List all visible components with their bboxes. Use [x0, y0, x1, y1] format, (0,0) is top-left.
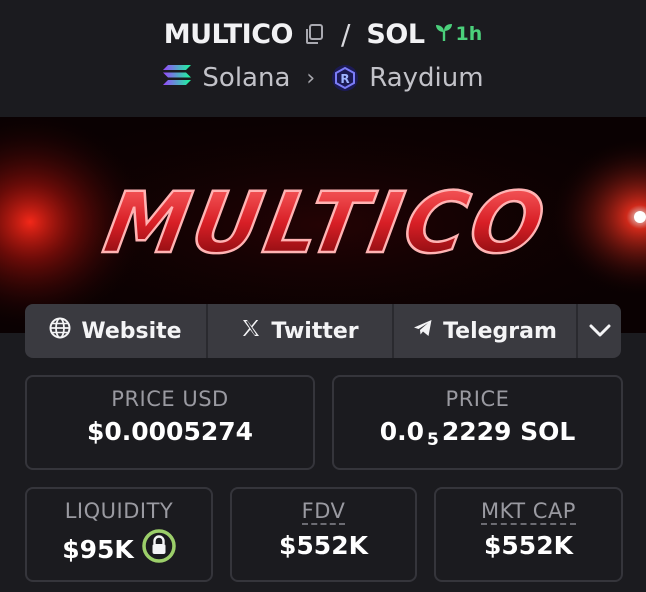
price-usd-card: PRICE USD $0.0005274 [25, 375, 315, 470]
price-native-value: 0.0 5 2229 SOL [334, 417, 621, 450]
liquidity-card: LIQUIDITY $95K [25, 487, 213, 582]
solana-icon [162, 63, 192, 94]
dex-name[interactable]: Raydium [369, 63, 483, 93]
price-native-rest: 2229 SOL [441, 417, 576, 446]
price-usd-value: $0.0005274 [86, 417, 254, 446]
fdv-label[interactable]: FDV [301, 500, 346, 525]
chain-name[interactable]: Solana [202, 63, 290, 93]
mktcap-value: $552K [484, 531, 573, 560]
website-button[interactable]: Website [25, 304, 208, 358]
raydium-icon: R [331, 64, 359, 92]
twitter-button[interactable]: Twitter [208, 304, 394, 358]
mktcap-label[interactable]: MKT CAP [481, 500, 576, 525]
website-label: Website [81, 318, 182, 344]
twitter-label: Twitter [271, 318, 359, 344]
social-links-bar: Website Twitter Telegram [25, 304, 621, 358]
x-icon [241, 318, 261, 344]
pair-separator: / [340, 17, 351, 51]
fdv-card: FDV $552K [230, 487, 417, 582]
liquidity-value-row: $95K [27, 529, 211, 569]
globe-icon [49, 317, 71, 345]
price-native-label: PRICE [445, 387, 510, 411]
telegram-label: Telegram [443, 318, 557, 344]
price-native-prefix: 0.0 [379, 417, 424, 446]
svg-text:R: R [341, 72, 350, 86]
liquidity-label: LIQUIDITY [64, 499, 174, 523]
token-banner: MULTICO [0, 117, 646, 333]
pair-title: MULTICO / SOL 1h [0, 14, 646, 54]
price-native-card: PRICE 0.0 5 2229 SOL [332, 375, 623, 470]
pair-age-label: 1h [455, 23, 483, 45]
chevron-down-icon [589, 319, 611, 344]
fdv-value: $552K [279, 531, 368, 560]
price-usd-label: PRICE USD [111, 387, 229, 411]
liquidity-value: $95K [62, 534, 134, 564]
quote-symbol: SOL [366, 18, 425, 50]
copy-icon[interactable] [303, 23, 325, 45]
breadcrumb: Solana › R Raydium [0, 60, 646, 96]
telegram-button[interactable]: Telegram [394, 304, 578, 358]
chevron-right-icon: › [306, 65, 316, 91]
more-links-button[interactable] [578, 304, 621, 358]
banner-logo-text: MULTICO [97, 174, 555, 272]
price-native-zero-count: 5 [426, 429, 439, 450]
telegram-icon [413, 318, 433, 344]
lock-icon[interactable] [142, 529, 176, 569]
mktcap-card: MKT CAP $552K [434, 487, 623, 582]
sprout-icon [435, 22, 453, 47]
token-symbol: MULTICO [163, 18, 294, 50]
pair-age: 1h [435, 22, 483, 47]
